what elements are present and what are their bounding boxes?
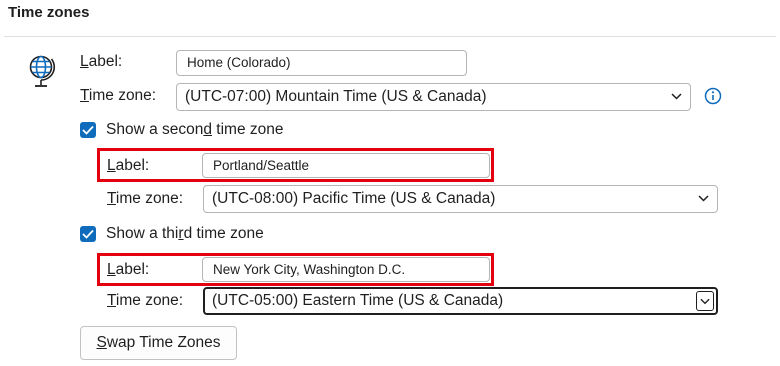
third-checkbox-text-prefix: Show a thi [106,225,179,242]
second-timezone-value: (UTC-08:00) Pacific Time (US & Canada) [212,190,496,207]
chevron-down-icon [671,93,682,100]
third-checkbox-text-suffix: d time zone [183,225,264,242]
second-checkbox-mnemonic: d [203,121,212,138]
third-timezone-value: (UTC-05:00) Eastern Time (US & Canada) [212,292,504,309]
show-third-timezone-checkbox[interactable] [80,226,96,242]
primary-timezone-value: (UTC-07:00) Mountain Time (US & Canada) [185,88,487,105]
second-timezone-mnemonic: T [107,190,116,207]
second-label-caption-text: abel: [115,157,150,174]
third-timezone-caption-text: ime zone: [115,292,184,309]
primary-label-input[interactable]: Home (Colorado) [176,50,467,76]
second-timezone-caption: Time zone: [107,190,183,208]
show-second-timezone-label[interactable]: Show a second time zone [106,121,284,139]
show-third-timezone-label[interactable]: Show a third time zone [106,225,264,243]
second-label-mnemonic: L [107,157,116,174]
globe-icon [26,52,60,90]
section-divider [4,36,776,37]
third-label-caption: Label: [107,261,149,279]
third-label-caption-text: abel: [115,261,150,278]
show-second-timezone-checkbox[interactable] [80,122,96,138]
checkmark-icon [82,125,94,135]
primary-timezone-mnemonic: T [80,87,89,104]
primary-timezone-caption: Time zone: [80,87,156,105]
second-label-caption: Label: [107,157,149,175]
primary-label-mnemonic: L [80,53,89,70]
section-title: Time zones [8,4,90,21]
third-timezone-mnemonic: T [107,292,116,309]
second-timezone-caption-text: ime zone: [115,190,184,207]
chevron-down-icon [698,195,709,202]
primary-timezone-select[interactable]: (UTC-07:00) Mountain Time (US & Canada) [176,83,691,111]
second-label-input[interactable]: Portland/Seattle [202,153,490,178]
third-label-mnemonic: L [107,261,116,278]
swap-time-zones-button[interactable]: Swap Time Zones [80,326,237,360]
swap-button-label: wap Time Zones [106,334,221,351]
swap-button-mnemonic: S [96,334,107,351]
chevron-down-icon [696,291,714,311]
primary-label-caption: Label: [80,53,122,71]
primary-timezone-caption-text: ime zone: [88,87,157,104]
second-timezone-select[interactable]: (UTC-08:00) Pacific Time (US & Canada) [203,185,718,213]
third-label-input[interactable]: New York City, Washington D.C. [202,257,490,282]
checkmark-icon [82,229,94,239]
third-timezone-select[interactable]: (UTC-05:00) Eastern Time (US & Canada) [203,287,718,315]
second-checkbox-text-prefix: Show a secon [106,121,204,138]
primary-label-caption-text: abel: [88,53,123,70]
second-checkbox-text-suffix: time zone [212,121,284,138]
info-icon[interactable] [704,87,722,105]
third-timezone-caption: Time zone: [107,292,183,310]
